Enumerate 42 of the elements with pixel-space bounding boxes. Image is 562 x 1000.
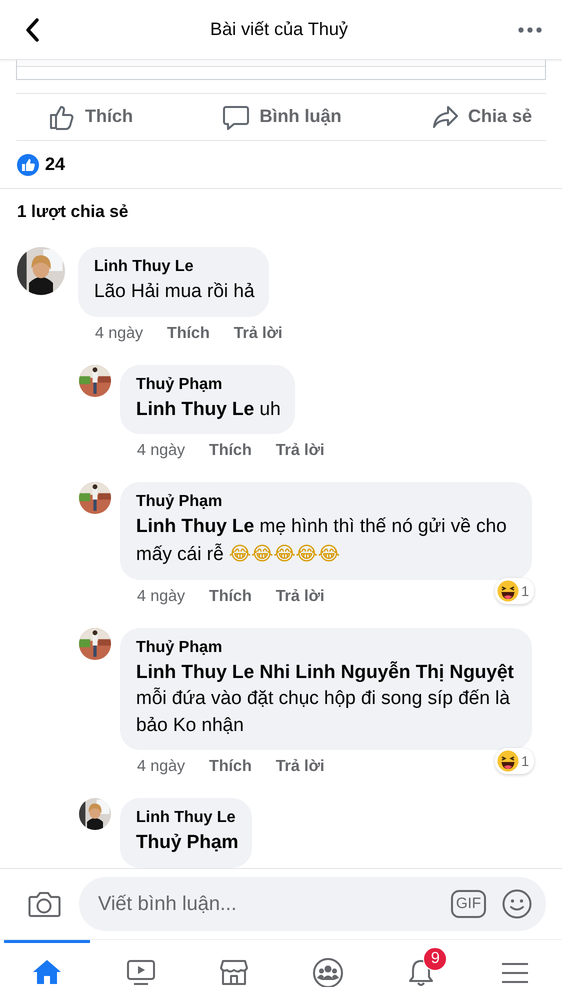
comment-time: 4 ngày: [137, 588, 186, 606]
reply-link[interactable]: Trả lời: [276, 442, 324, 460]
comment-text: Linh Thuy Le uh: [136, 398, 281, 422]
author-name[interactable]: Thuỷ Phạm: [136, 493, 518, 512]
reaction-count: 1: [521, 753, 529, 770]
comment-text: Linh Thuy Le mẹ hình thì thế nó gửi về cho mấy cái rễ 😂😂😂😂😂: [136, 515, 508, 568]
action-button[interactable]: Thích: [48, 98, 133, 135]
comment-time: 4 ngày: [137, 442, 186, 460]
like-link[interactable]: Thích: [209, 442, 252, 460]
reply-link[interactable]: Trả lời: [276, 758, 324, 776]
comment-time: 4 ngày: [95, 324, 144, 343]
comment-text: Lão Hải mua rồi hả: [94, 280, 255, 304]
reply-link[interactable]: Trả lời: [276, 588, 324, 606]
author-name[interactable]: Thuỷ Phạm: [136, 638, 518, 657]
like-reaction-icon: [17, 154, 39, 176]
comment-time: 4 ngày: [137, 758, 186, 776]
reaction-count[interactable]: 24: [45, 154, 66, 176]
comment-field[interactable]: Viết bình luận... GIF: [79, 877, 546, 931]
author-name[interactable]: Linh Thuy Le: [136, 809, 238, 828]
laughing-face-icon: [497, 750, 520, 772]
gif-button[interactable]: GIF: [451, 890, 486, 918]
action-button[interactable]: Bình luận: [222, 98, 342, 135]
nav-tab[interactable]: 9: [378, 940, 464, 1000]
back-icon[interactable]: [24, 16, 40, 42]
like-link[interactable]: Thích: [209, 758, 252, 776]
author-name[interactable]: Thuỷ Phạm: [136, 376, 281, 394]
camera-icon[interactable]: [27, 890, 61, 918]
share-count[interactable]: 1 lượt chia sẻ: [17, 202, 128, 222]
comment-text: Thuỷ Phạm: [136, 831, 238, 856]
laughing-face-icon: [497, 580, 520, 602]
author-name[interactable]: Linh Thuy Le: [94, 258, 255, 276]
comment-text: Linh Thuy Le Nhi Linh Nguyễn Thị Nguyệt mỗi đứa vào đặt chục hộp đi song síp đến là bảo Ko nhận: [136, 660, 515, 738]
action-button[interactable]: Chia sẻ: [430, 98, 532, 135]
reaction-count: 1: [521, 582, 529, 599]
page-title: Bài viết của Thuỷ: [210, 19, 348, 40]
like-link[interactable]: Thích: [209, 588, 252, 606]
like-link[interactable]: Thích: [167, 324, 210, 343]
smiley-icon[interactable]: [502, 889, 532, 919]
reply-link[interactable]: Trả lời: [234, 324, 282, 343]
more-icon[interactable]: [518, 26, 542, 32]
notification-badge: 9: [423, 947, 448, 971]
groups-icon: [312, 956, 344, 986]
